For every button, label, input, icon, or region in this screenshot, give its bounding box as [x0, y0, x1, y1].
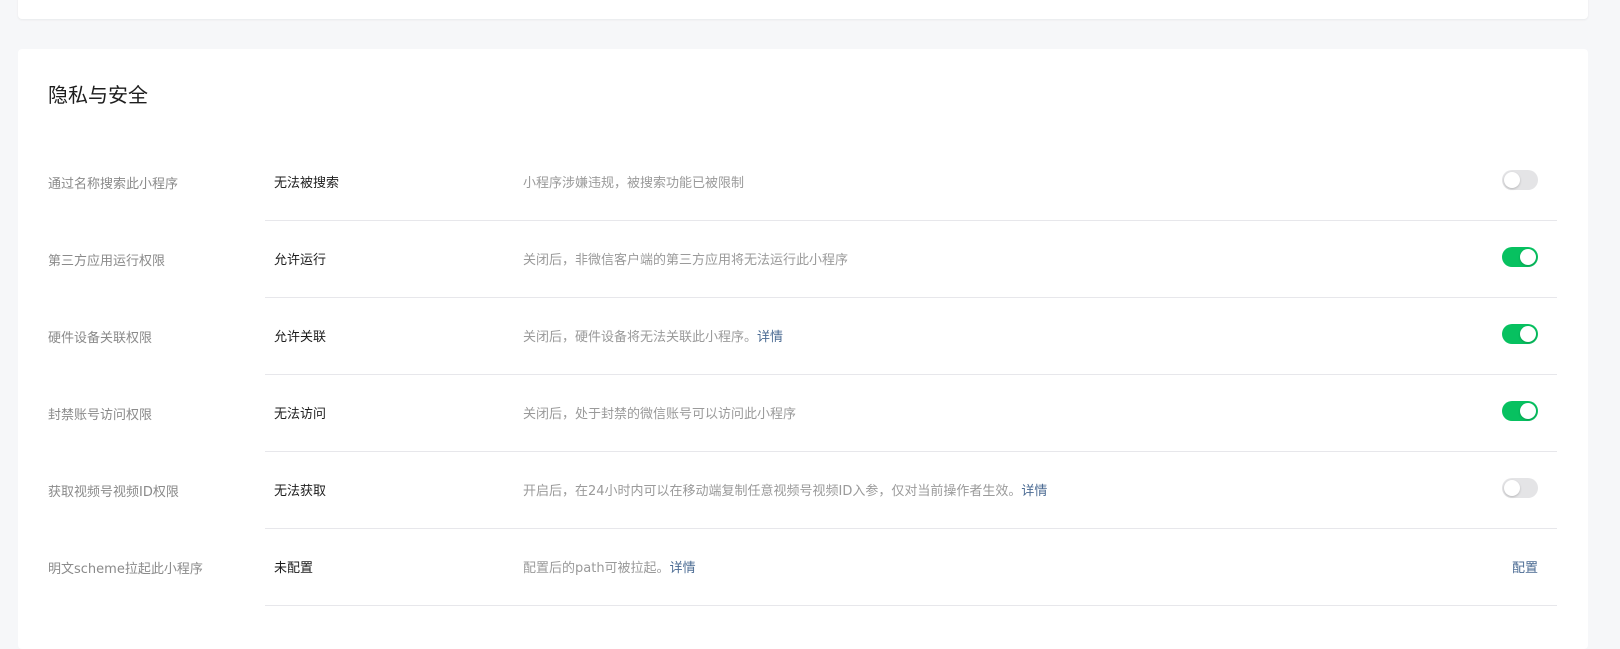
details-link[interactable]: 详情 — [1021, 484, 1047, 499]
privacy-security-card: 隐私与安全 通过名称搜索此小程序 无法被搜索 小程序涉嫌违规，被搜索功能已被限制… — [18, 49, 1588, 649]
setting-label: 封禁账号访问权限 — [48, 408, 153, 423]
details-link[interactable]: 详情 — [670, 561, 696, 576]
third-party-run-toggle[interactable] — [1502, 247, 1538, 267]
setting-description: 关闭后，非微信客户端的第三方应用将无法运行此小程序 — [523, 253, 849, 268]
setting-row-third-party-run: 第三方应用运行权限 允许运行 关闭后，非微信客户端的第三方应用将无法运行此小程序 — [18, 221, 1588, 298]
hardware-link-toggle[interactable] — [1502, 324, 1538, 344]
setting-row-banned-account-access: 封禁账号访问权限 无法访问 关闭后，处于封禁的微信账号可以访问此小程序 — [18, 375, 1588, 452]
setting-description: 关闭后，硬件设备将无法关联此小程序。详情 — [523, 330, 784, 345]
setting-row-search-by-name: 通过名称搜索此小程序 无法被搜索 小程序涉嫌违规，被搜索功能已被限制 — [18, 144, 1588, 221]
setting-value: 无法获取 — [274, 484, 327, 499]
configure-link[interactable]: 配置 — [1512, 557, 1538, 576]
setting-description: 小程序涉嫌违规，被搜索功能已被限制 — [523, 176, 745, 191]
section-title: 隐私与安全 — [48, 83, 148, 107]
toggle-knob — [1520, 326, 1536, 342]
banned-account-access-toggle[interactable] — [1502, 401, 1538, 421]
row-divider — [265, 605, 1557, 606]
details-link[interactable]: 详情 — [757, 330, 783, 345]
settings-list: 通过名称搜索此小程序 无法被搜索 小程序涉嫌违规，被搜索功能已被限制 第三方应用… — [18, 144, 1588, 606]
setting-label: 第三方应用运行权限 — [48, 254, 166, 269]
setting-row-plain-scheme: 明文scheme拉起此小程序 未配置 配置后的path可被拉起。详情 配置 — [18, 529, 1588, 606]
setting-value: 无法访问 — [274, 407, 327, 422]
setting-value: 无法被搜索 — [274, 176, 340, 191]
toggle-knob — [1520, 249, 1536, 265]
setting-row-hardware-link: 硬件设备关联权限 允许关联 关闭后，硬件设备将无法关联此小程序。详情 — [18, 298, 1588, 375]
setting-description: 开启后，在24小时内可以在移动端复制任意视频号视频ID入参，仅对当前操作者生效。… — [523, 484, 1048, 499]
previous-section-card — [18, 0, 1588, 19]
setting-label: 通过名称搜索此小程序 — [48, 177, 179, 192]
channels-video-id-toggle[interactable] — [1502, 478, 1538, 498]
setting-description: 配置后的path可被拉起。详情 — [523, 561, 696, 576]
toggle-knob — [1504, 480, 1520, 496]
setting-value: 允许运行 — [274, 253, 327, 268]
setting-label: 明文scheme拉起此小程序 — [48, 562, 203, 577]
setting-value: 允许关联 — [274, 330, 327, 345]
setting-label: 获取视频号视频ID权限 — [48, 485, 179, 500]
setting-label: 硬件设备关联权限 — [48, 331, 153, 346]
search-by-name-toggle[interactable] — [1502, 170, 1538, 190]
toggle-knob — [1504, 172, 1520, 188]
setting-description: 关闭后，处于封禁的微信账号可以访问此小程序 — [523, 407, 797, 422]
toggle-knob — [1520, 403, 1536, 419]
setting-row-channels-video-id: 获取视频号视频ID权限 无法获取 开启后，在24小时内可以在移动端复制任意视频号… — [18, 452, 1588, 529]
setting-value: 未配置 — [274, 561, 314, 576]
